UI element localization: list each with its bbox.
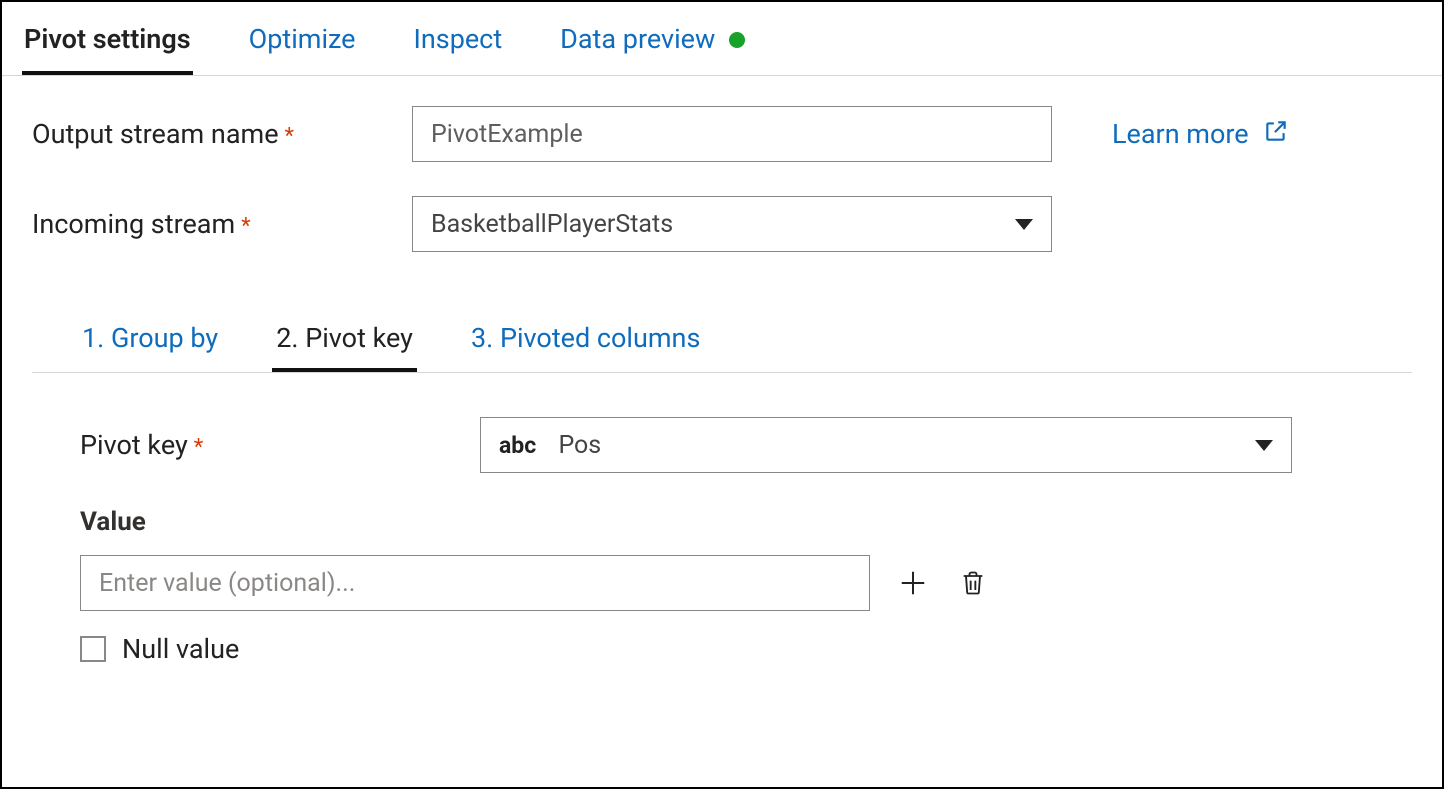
value-row <box>80 555 1382 611</box>
app-frame: Pivot settings Optimize Inspect Data pre… <box>0 0 1444 789</box>
step-tab-label: 3. Pivoted columns <box>471 322 700 354</box>
null-value-row: Null value <box>80 633 1382 665</box>
label-pivot-key: Pivot key * <box>80 429 480 461</box>
external-link-icon <box>1263 118 1289 151</box>
delete-value-button[interactable] <box>956 566 990 600</box>
label-incoming-stream: Incoming stream * <box>32 208 412 240</box>
tab-label: Pivot settings <box>24 22 191 57</box>
column-type-icon: abc <box>499 432 536 459</box>
tab-data-preview[interactable]: Data preview <box>558 16 747 75</box>
incoming-stream-select[interactable]: BasketballPlayerStats <box>412 196 1052 252</box>
step-tab-label: 2. Pivot key <box>276 322 413 354</box>
step-tab-label: 1. Group by <box>82 322 218 354</box>
value-input[interactable] <box>80 555 870 611</box>
learn-more-label: Learn more <box>1112 118 1249 150</box>
tab-label: Optimize <box>249 22 356 57</box>
step-tab-pivot-key[interactable]: 2. Pivot key <box>272 316 417 372</box>
required-indicator: * <box>194 435 203 460</box>
required-indicator: * <box>241 214 250 239</box>
value-heading: Value <box>80 507 1382 537</box>
tab-pivot-settings[interactable]: Pivot settings <box>22 16 193 75</box>
select-value: BasketballPlayerStats <box>431 210 673 239</box>
tab-optimize[interactable]: Optimize <box>247 16 358 75</box>
step-tab-strip: 1. Group by 2. Pivot key 3. Pivoted colu… <box>32 286 1412 373</box>
label-output-stream: Output stream name * <box>32 118 412 150</box>
tab-label: Inspect <box>414 22 503 57</box>
required-indicator: * <box>285 124 294 149</box>
trash-icon <box>959 568 987 598</box>
label-text: Pivot key <box>80 429 188 461</box>
output-stream-name-input[interactable] <box>412 106 1052 162</box>
row-incoming-stream: Incoming stream * BasketballPlayerStats <box>32 196 1412 252</box>
plus-icon <box>898 568 928 598</box>
step-tab-pivoted-columns[interactable]: 3. Pivoted columns <box>467 316 704 372</box>
tab-inspect[interactable]: Inspect <box>412 16 505 75</box>
step-tab-group-by[interactable]: 1. Group by <box>78 316 222 372</box>
learn-more-link[interactable]: Learn more <box>1112 118 1289 151</box>
form-area: Output stream name * Learn more Incoming… <box>2 76 1442 665</box>
null-value-label: Null value <box>122 633 239 665</box>
add-value-button[interactable] <box>896 566 930 600</box>
pivot-key-section: Pivot key * abc Pos Value <box>32 373 1412 665</box>
row-output-stream: Output stream name * Learn more <box>32 106 1412 162</box>
label-text: Output stream name <box>32 118 279 150</box>
select-value: Pos <box>558 431 601 460</box>
caret-down-icon <box>1255 440 1273 451</box>
null-value-checkbox[interactable] <box>80 636 106 662</box>
row-pivot-key: Pivot key * abc Pos <box>80 417 1382 473</box>
pivot-key-select[interactable]: abc Pos <box>480 417 1292 473</box>
tab-label: Data preview <box>560 22 715 57</box>
top-tab-strip: Pivot settings Optimize Inspect Data pre… <box>2 2 1442 76</box>
label-text: Incoming stream <box>32 208 235 240</box>
caret-down-icon <box>1015 219 1033 230</box>
status-ok-icon <box>729 32 745 48</box>
